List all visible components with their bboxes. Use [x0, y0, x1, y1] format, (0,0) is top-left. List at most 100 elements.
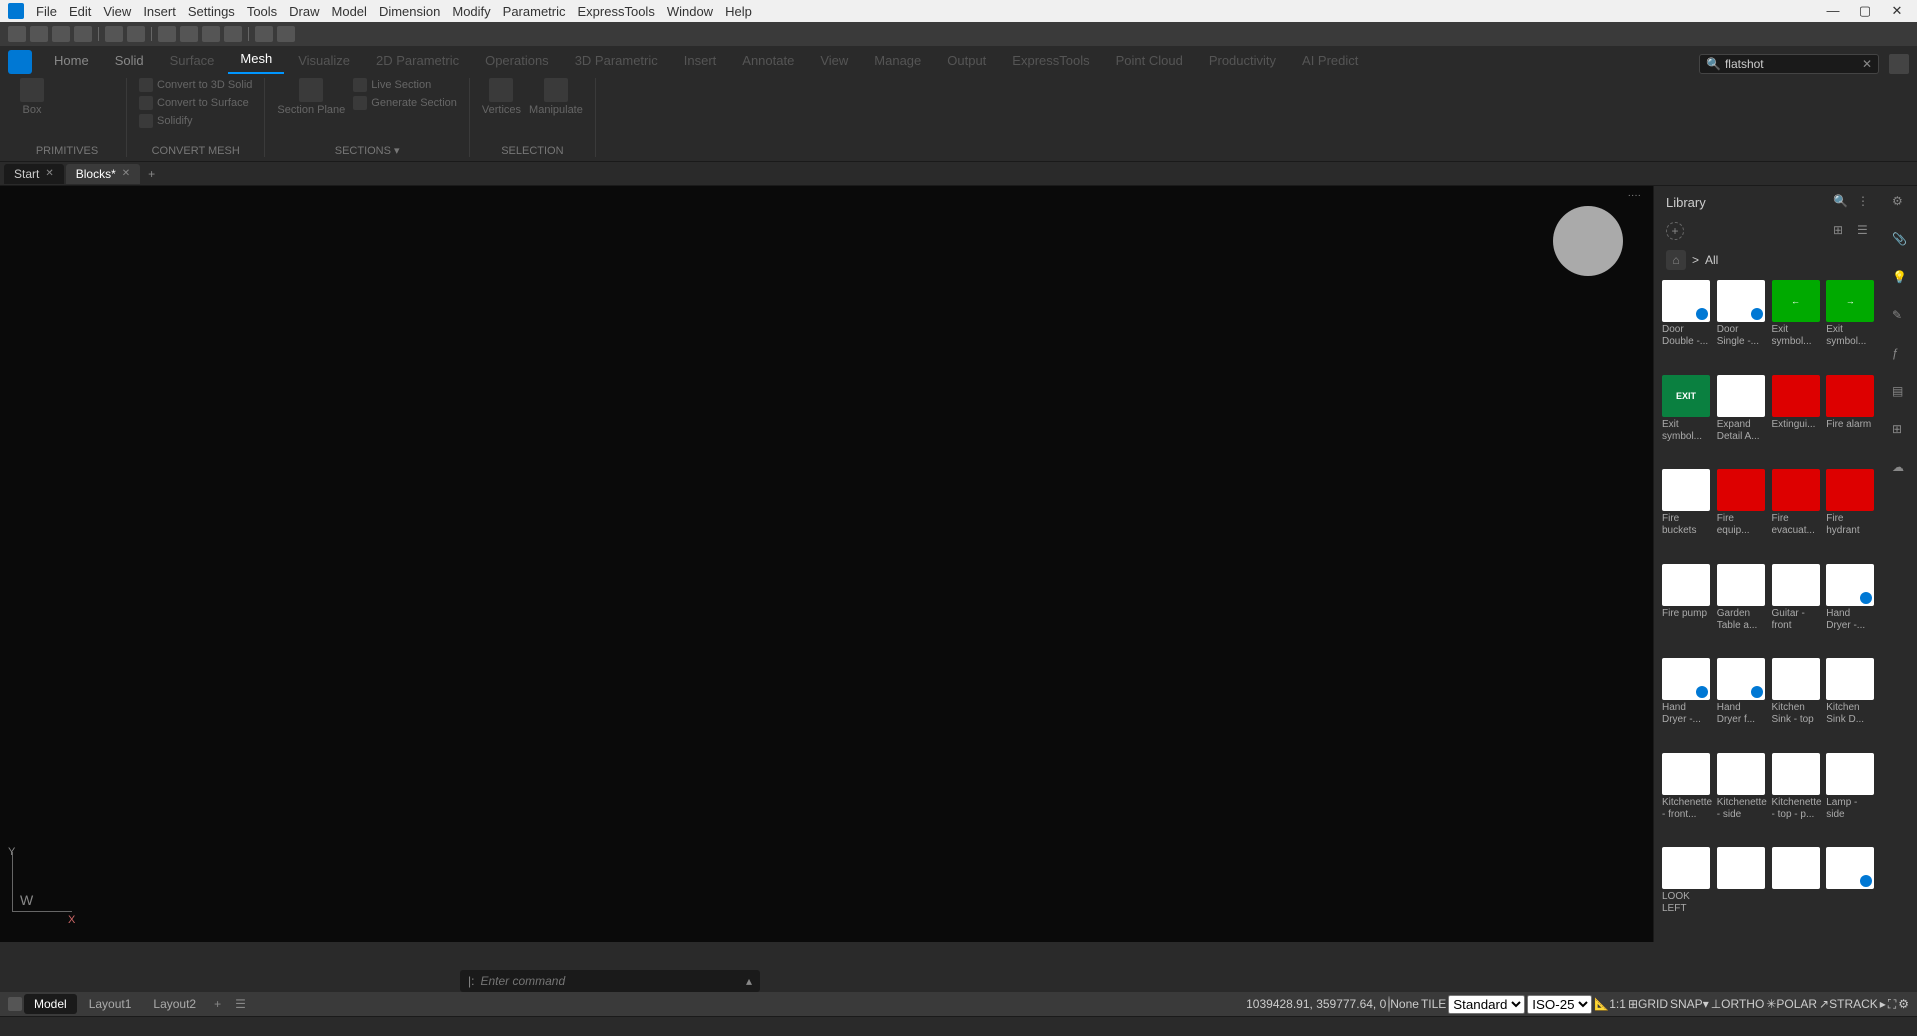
tool-icon[interactable]: [255, 26, 273, 42]
library-item[interactable]: Kitchen Sink D...: [1826, 658, 1877, 749]
tab-view[interactable]: View: [808, 47, 860, 74]
menu-tools[interactable]: Tools: [247, 4, 277, 19]
tab-point-cloud[interactable]: Point Cloud: [1104, 47, 1195, 74]
add-doc-tab[interactable]: +: [142, 164, 161, 184]
library-search-icon[interactable]: 🔍: [1833, 194, 1849, 210]
tab-surface[interactable]: Surface: [158, 47, 227, 74]
close-tab-icon[interactable]: ✕: [122, 168, 130, 179]
library-item[interactable]: EXITExit symbol...: [1662, 375, 1713, 466]
menu-modify[interactable]: Modify: [452, 4, 490, 19]
menu-help[interactable]: Help: [725, 4, 752, 19]
status-snap[interactable]: SNAP▾: [1670, 997, 1709, 1011]
menu-view[interactable]: View: [103, 4, 131, 19]
tab-3d-parametric[interactable]: 3D Parametric: [563, 47, 670, 74]
solidify[interactable]: Solidify: [139, 114, 252, 128]
library-item[interactable]: Extingui...: [1772, 375, 1823, 466]
library-item[interactable]: Fire hydrant: [1826, 469, 1877, 560]
print-icon[interactable]: [158, 26, 176, 42]
primitive-icon[interactable]: [52, 78, 70, 96]
grid-view-icon[interactable]: ⊞: [1833, 223, 1849, 239]
tool-section-plane[interactable]: Section Plane: [277, 78, 345, 116]
search-input[interactable]: [1725, 57, 1858, 71]
convert-surface[interactable]: Convert to Surface: [139, 96, 252, 110]
tab-home[interactable]: Home: [42, 47, 101, 74]
attach-icon[interactable]: 📎: [1892, 232, 1910, 250]
tool-vertices[interactable]: Vertices: [482, 78, 521, 116]
layers-icon[interactable]: ▤: [1892, 384, 1910, 402]
library-item[interactable]: Fire evacuat...: [1772, 469, 1823, 560]
library-menu-icon[interactable]: ⋮: [1857, 194, 1873, 210]
settings-icon[interactable]: ⚙: [1892, 194, 1910, 212]
library-item[interactable]: Kitchenette - side: [1717, 753, 1768, 844]
tab-expresstools[interactable]: ExpressTools: [1000, 47, 1101, 74]
doc-tab-start[interactable]: Start ✕: [4, 164, 64, 184]
tab-annotate[interactable]: Annotate: [730, 47, 806, 74]
paste-icon[interactable]: [224, 26, 242, 42]
tab-layout2[interactable]: Layout2: [143, 994, 206, 1014]
library-item[interactable]: ←Exit symbol...: [1772, 280, 1823, 371]
tab-mesh[interactable]: Mesh: [228, 45, 284, 74]
menu-model[interactable]: Model: [332, 4, 367, 19]
library-item[interactable]: Kitchenette - front...: [1662, 753, 1713, 844]
tab-ai-predict[interactable]: AI Predict: [1290, 47, 1370, 74]
cut-icon[interactable]: [180, 26, 198, 42]
library-item[interactable]: Door Double -...: [1662, 280, 1713, 371]
tab-output[interactable]: Output: [935, 47, 998, 74]
lightbulb-icon[interactable]: 💡: [1892, 270, 1910, 288]
library-item[interactable]: →Exit symbol...: [1826, 280, 1877, 371]
menu-window[interactable]: Window: [667, 4, 713, 19]
library-item[interactable]: Fire alarm: [1826, 375, 1877, 466]
tab-insert[interactable]: Insert: [672, 47, 729, 74]
status-none[interactable]: None: [1388, 997, 1419, 1011]
add-layout-icon[interactable]: +: [208, 997, 227, 1011]
function-icon[interactable]: ƒ: [1892, 346, 1910, 364]
status-strack[interactable]: ↗STRACK: [1819, 997, 1878, 1011]
status-expand-icon[interactable]: ⛶: [1888, 997, 1896, 1012]
redo-icon[interactable]: [127, 26, 145, 42]
save-icon[interactable]: [52, 26, 70, 42]
list-view-icon[interactable]: ☰: [1857, 223, 1873, 239]
layout-icon[interactable]: [8, 997, 22, 1011]
library-item[interactable]: Guitar - front: [1772, 564, 1823, 655]
dim-style-select[interactable]: Standard: [1448, 995, 1525, 1014]
menu-file[interactable]: File: [36, 4, 57, 19]
copy-icon[interactable]: [202, 26, 220, 42]
close-icon[interactable]: ✕: [1885, 3, 1909, 19]
command-history-icon[interactable]: ▴: [746, 974, 752, 988]
generate-section[interactable]: Generate Section: [353, 96, 457, 110]
library-item[interactable]: Expand Detail A...: [1717, 375, 1768, 466]
library-item[interactable]: Garden Table a...: [1717, 564, 1768, 655]
status-ortho[interactable]: ⊥ORTHO: [1711, 997, 1765, 1011]
status-polar[interactable]: ✳POLAR: [1766, 997, 1817, 1011]
tool2-icon[interactable]: [277, 26, 295, 42]
tool-box[interactable]: Box: [20, 78, 44, 116]
live-section[interactable]: Live Section: [353, 78, 457, 92]
maximize-icon[interactable]: ▢: [1853, 3, 1877, 19]
doc-tab-blocks[interactable]: Blocks* ✕: [66, 164, 140, 184]
drawing-canvas[interactable]: ···· W Y X: [0, 186, 1653, 942]
library-item[interactable]: Fire pump: [1662, 564, 1713, 655]
library-item[interactable]: Kitchenette - top - p...: [1772, 753, 1823, 844]
tab-visualize[interactable]: Visualize: [286, 47, 362, 74]
status-more-icon[interactable]: ▸: [1880, 997, 1886, 1011]
primitive-icon[interactable]: [74, 100, 92, 118]
new-icon[interactable]: [8, 26, 26, 42]
iso-select[interactable]: ISO-25: [1527, 995, 1592, 1014]
library-grid[interactable]: Door Double -...Door Single -...←Exit sy…: [1654, 276, 1885, 942]
saveas-icon[interactable]: [74, 26, 92, 42]
library-item[interactable]: Door Single -...: [1717, 280, 1768, 371]
panel-config-icon[interactable]: [1889, 54, 1909, 74]
library-item[interactable]: Fire equip...: [1717, 469, 1768, 560]
tool-manipulate[interactable]: Manipulate: [529, 78, 583, 116]
tab-model[interactable]: Model: [24, 994, 77, 1014]
library-item[interactable]: Lamp - side: [1826, 753, 1877, 844]
primitive-icon[interactable]: [96, 100, 114, 118]
tab-2d-parametric[interactable]: 2D Parametric: [364, 47, 471, 74]
library-item[interactable]: Fire buckets: [1662, 469, 1713, 560]
tab-operations[interactable]: Operations: [473, 47, 561, 74]
convert-3d-solid[interactable]: Convert to 3D Solid: [139, 78, 252, 92]
menu-dimension[interactable]: Dimension: [379, 4, 440, 19]
minimize-icon[interactable]: —: [1821, 3, 1845, 19]
library-add-icon[interactable]: +: [1666, 222, 1684, 240]
menu-expresstools[interactable]: ExpressTools: [578, 4, 655, 19]
